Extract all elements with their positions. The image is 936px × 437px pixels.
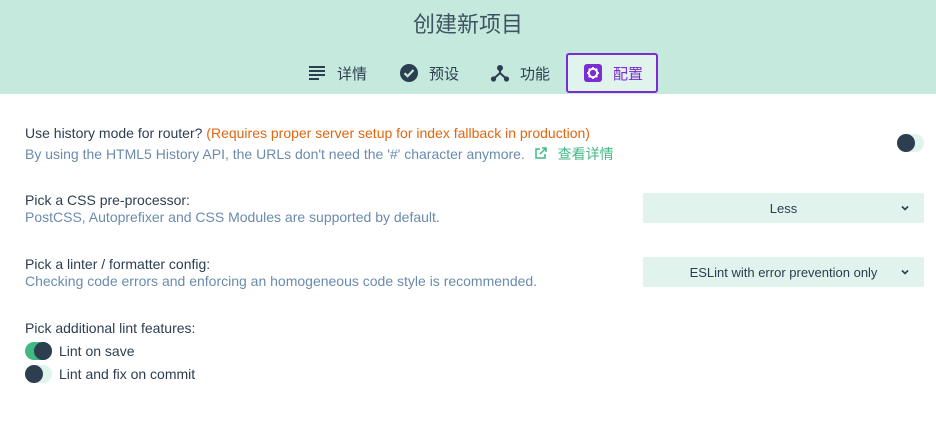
tab-configuration[interactable]: 配置 bbox=[566, 53, 658, 93]
chevron-down-icon bbox=[900, 265, 910, 280]
history-mode-label: Use history mode for router? bbox=[25, 125, 203, 141]
css-preprocessor-title: Pick a CSS pre-processor: bbox=[25, 192, 190, 208]
external-link-icon bbox=[534, 147, 548, 163]
tab-label: 详情 bbox=[337, 65, 368, 83]
tab-label: 功能 bbox=[520, 65, 551, 83]
history-mode-title: Use history mode for router? (Requires p… bbox=[25, 125, 590, 141]
fork-icon bbox=[490, 63, 510, 83]
tab-presets[interactable]: 预设 bbox=[399, 53, 459, 93]
tab-details[interactable]: 详情 bbox=[307, 53, 367, 93]
lint-on-save-toggle[interactable] bbox=[25, 342, 52, 360]
css-preprocessor-select[interactable]: Less bbox=[643, 193, 924, 223]
tab-label: 配置 bbox=[613, 65, 644, 83]
history-mode-toggle[interactable] bbox=[897, 134, 924, 152]
tab-features[interactable]: 功能 bbox=[490, 53, 550, 93]
linter-config-value: ESLint with error prevention only bbox=[689, 264, 878, 280]
toggle-knob bbox=[34, 342, 52, 360]
toggle-knob bbox=[897, 134, 915, 152]
css-preprocessor-value: Less bbox=[769, 200, 798, 216]
linter-config-title: Pick a linter / formatter config: bbox=[25, 256, 211, 272]
lint-features-title: Pick additional lint features: bbox=[25, 320, 196, 336]
settings-gear-icon bbox=[583, 63, 603, 83]
history-mode-warning: (Requires proper server setup for index … bbox=[206, 125, 590, 141]
list-icon bbox=[307, 63, 327, 83]
header-bar: 创建新项目 详情 预设 功能 配置 bbox=[0, 0, 936, 94]
toggle-knob bbox=[25, 365, 43, 383]
history-mode-description: By using the HTML5 History API, the URLs… bbox=[25, 144, 614, 164]
history-mode-desc-text: By using the HTML5 History API, the URLs… bbox=[25, 146, 525, 162]
linter-config-select[interactable]: ESLint with error prevention only bbox=[643, 257, 924, 287]
chevron-down-icon bbox=[900, 201, 910, 216]
tab-label: 预设 bbox=[429, 65, 460, 83]
css-preprocessor-description: PostCSS, Autoprefixer and CSS Modules ar… bbox=[25, 209, 440, 225]
lint-fix-on-commit-toggle[interactable] bbox=[25, 365, 52, 383]
lint-fix-on-commit-label: Lint and fix on commit bbox=[59, 366, 196, 382]
linter-config-description: Checking code errors and enforcing an ho… bbox=[25, 273, 538, 289]
page-title: 创建新项目 bbox=[412, 12, 523, 37]
learn-more-link[interactable]: 查看详情 bbox=[558, 146, 614, 162]
check-circle-icon bbox=[399, 63, 419, 83]
lint-on-save-label: Lint on save bbox=[59, 343, 135, 359]
